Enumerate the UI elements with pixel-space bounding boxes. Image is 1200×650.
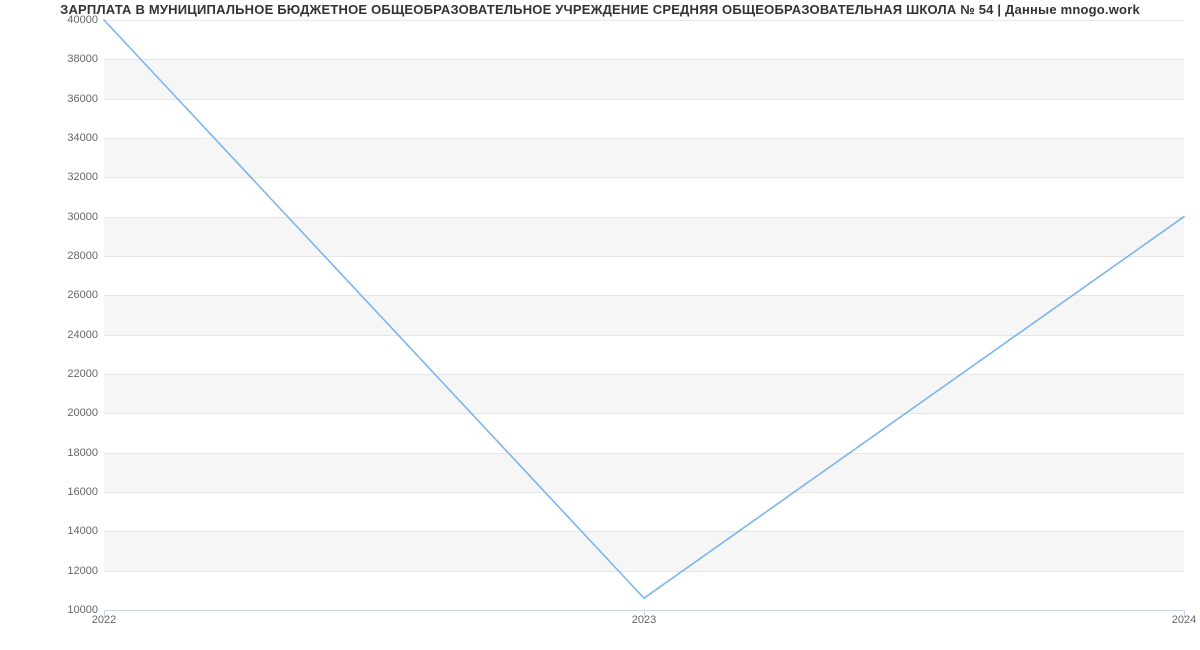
plot-area <box>104 20 1184 610</box>
y-tick-label: 34000 <box>38 132 98 144</box>
y-tick-label: 10000 <box>38 604 98 616</box>
y-tick-label: 14000 <box>38 525 98 537</box>
x-tick-label: 2024 <box>1172 614 1196 626</box>
line-series <box>104 20 1184 610</box>
y-tick-label: 18000 <box>38 447 98 459</box>
x-tick-label: 2023 <box>632 614 656 626</box>
y-tick-label: 36000 <box>38 93 98 105</box>
y-tick-label: 32000 <box>38 171 98 183</box>
x-tick-label: 2022 <box>92 614 116 626</box>
y-tick-label: 24000 <box>38 329 98 341</box>
y-tick-label: 20000 <box>38 407 98 419</box>
y-tick-label: 26000 <box>38 289 98 301</box>
series-path <box>104 20 1184 598</box>
chart-title: ЗАРПЛАТА В МУНИЦИПАЛЬНОЕ БЮДЖЕТНОЕ ОБЩЕО… <box>0 2 1200 17</box>
y-tick-label: 28000 <box>38 250 98 262</box>
y-tick-label: 38000 <box>38 53 98 65</box>
y-tick-label: 22000 <box>38 368 98 380</box>
y-tick-label: 16000 <box>38 486 98 498</box>
y-tick-label: 30000 <box>38 211 98 223</box>
y-tick-label: 12000 <box>38 565 98 577</box>
y-tick-label: 40000 <box>38 14 98 26</box>
